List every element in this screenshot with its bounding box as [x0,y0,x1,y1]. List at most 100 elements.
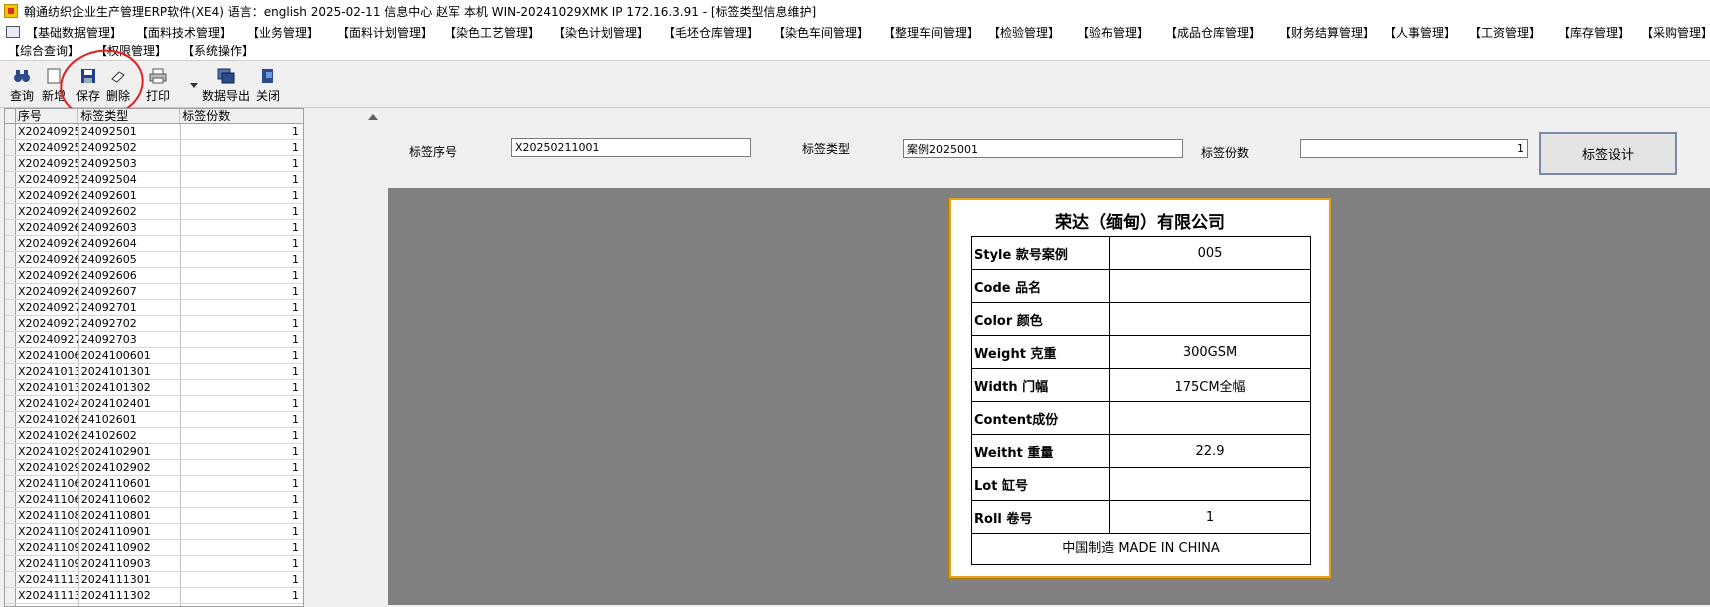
cell-type[interactable]: 2024111301 [79,572,182,587]
cell-seq[interactable]: X20241113002 [16,588,79,603]
table-row[interactable]: X20240926006240926061 [5,268,303,284]
cell-seq[interactable]: X20240927001 [16,300,79,315]
cell-type[interactable]: 24092503 [79,156,182,171]
table-row[interactable]: X20241026002241026021 [5,428,303,444]
delete-button[interactable]: 删除 [106,67,130,105]
cell-count[interactable]: 1 [181,524,303,539]
cell-seq[interactable]: X20240926005 [16,252,79,267]
cell-type[interactable]: 2024110602 [79,492,182,507]
menu-item-row2-0[interactable]: 【综合查询】 [8,42,80,59]
cell-type[interactable]: 2024110903 [79,556,182,571]
cell-seq[interactable]: X20241106001 [16,476,79,491]
cell-type[interactable]: 24092602 [79,204,182,219]
cell-count[interactable]: 1 [181,572,303,587]
cell-seq[interactable]: X20241029002 [16,460,79,475]
cell-count[interactable]: 1 [181,492,303,507]
menu-item-0[interactable]: 【基础数据管理】 [26,24,122,41]
cell-count[interactable]: 1 [181,348,303,363]
cell-type[interactable]: 2024100601 [79,348,182,363]
menu-item-9[interactable]: 【检验管理】 [988,24,1060,41]
table-row[interactable]: X2024110900320241109031 [5,556,303,572]
cell-seq[interactable]: X20240925002 [16,140,79,155]
cell-seq[interactable]: X20241109003 [16,556,79,571]
cell-count[interactable]: 1 [181,252,303,267]
menu-item-15[interactable]: 【库存管理】 [1558,24,1630,41]
cell-count[interactable]: 1 [181,540,303,555]
cell-seq[interactable]: X20240925001 [16,124,79,139]
table-row[interactable]: X20240926004240926041 [5,236,303,252]
cell-count[interactable]: 1 [181,556,303,571]
table-row[interactable]: X2024110800120241108011 [5,508,303,524]
col-header-count[interactable]: 标签份数 [180,109,303,123]
cell-seq[interactable]: X20241013002 [16,380,79,395]
cell-seq[interactable]: X20240926002 [16,204,79,219]
menu-item-14[interactable]: 【工资管理】 [1469,24,1541,41]
cell-seq[interactable]: X20241013001 [16,364,79,379]
cell-seq[interactable]: X20240925003 [16,156,79,171]
type-input[interactable] [903,139,1183,158]
cell-seq[interactable]: X20241109002 [16,540,79,555]
table-row[interactable]: X2024102900120241029011 [5,444,303,460]
table-row[interactable]: X2024101300120241013011 [5,364,303,380]
table-row[interactable]: X2024111300120241113011 [5,572,303,588]
cell-count[interactable]: 1 [181,124,303,139]
cell-type[interactable]: 24092702 [79,316,182,331]
table-row[interactable]: X2024110900220241109021 [5,540,303,556]
cell-type[interactable]: 24092607 [79,284,182,299]
menu-item-16[interactable]: 【采购管理】 [1641,24,1710,41]
table-row[interactable]: X20240925001240925011 [5,124,303,140]
query-button[interactable]: 查询 [10,67,34,105]
cell-count[interactable]: 1 [181,236,303,251]
table-row[interactable]: X20240925004240925041 [5,172,303,188]
cell-seq[interactable]: X20241106002 [16,492,79,507]
cell-type[interactable]: 24092604 [79,236,182,251]
cell-seq[interactable]: X20241109001 [16,524,79,539]
cell-type[interactable]: 24092501 [79,124,182,139]
label-type-grid[interactable]: 序号 标签类型 标签份数 X20240925001240925011X20240… [4,108,304,607]
menu-item-7[interactable]: 【染色车间管理】 [773,24,869,41]
cell-count[interactable]: 1 [181,588,303,603]
table-row[interactable]: X20240925002240925021 [5,140,303,156]
col-header-type[interactable]: 标签类型 [78,109,181,123]
cell-count[interactable]: 1 [181,268,303,283]
cell-type[interactable]: 24092703 [79,332,182,347]
cell-count[interactable]: 1 [181,140,303,155]
menu-item-2[interactable]: 【业务管理】 [247,24,319,41]
table-row[interactable]: X20240927002240927021 [5,316,303,332]
seq-input[interactable] [511,138,751,157]
cell-count[interactable]: 1 [181,412,303,427]
cell-seq[interactable]: X20241024001 [16,396,79,411]
cell-type[interactable]: 24092603 [79,220,182,235]
cell-count[interactable]: 1 [181,156,303,171]
menu-item-1[interactable]: 【面料技术管理】 [136,24,232,41]
cell-type[interactable]: 2024102401 [79,396,182,411]
cell-count[interactable]: 1 [181,396,303,411]
cell-seq[interactable]: X20241029001 [16,444,79,459]
table-row[interactable]: X20240926002240926021 [5,204,303,220]
cell-count[interactable]: 1 [181,476,303,491]
cell-type[interactable]: 24092606 [79,268,182,283]
add-button[interactable]: 新增 [42,67,66,105]
export-button[interactable]: 数据导出 [202,67,250,105]
cell-type[interactable]: 2024110902 [79,540,182,555]
cell-count[interactable]: 1 [181,364,303,379]
table-row[interactable]: X20240926001240926011 [5,188,303,204]
table-row[interactable]: X2024110600120241106011 [5,476,303,492]
table-row[interactable]: X2024101300220241013021 [5,380,303,396]
cell-count[interactable]: 1 [181,380,303,395]
cell-count[interactable]: 1 [181,332,303,347]
menu-item-8[interactable]: 【整理车间管理】 [883,24,979,41]
cell-count[interactable]: 1 [181,300,303,315]
count-input[interactable] [1300,139,1528,158]
table-row[interactable]: X2024102900220241029021 [5,460,303,476]
cell-type[interactable]: 2024102902 [79,460,182,475]
cell-type[interactable]: 24092502 [79,140,182,155]
cell-type[interactable]: 2024111302 [79,588,182,603]
menu-item-6[interactable]: 【毛坯仓库管理】 [663,24,759,41]
cell-seq[interactable]: X20241108001 [16,508,79,523]
menu-item-3[interactable]: 【面料计划管理】 [337,24,433,41]
table-row[interactable]: X20240926007240926071 [5,284,303,300]
vertical-scrollbar[interactable] [364,108,381,605]
menu-item-10[interactable]: 【验布管理】 [1077,24,1149,41]
cell-count[interactable]: 1 [181,284,303,299]
